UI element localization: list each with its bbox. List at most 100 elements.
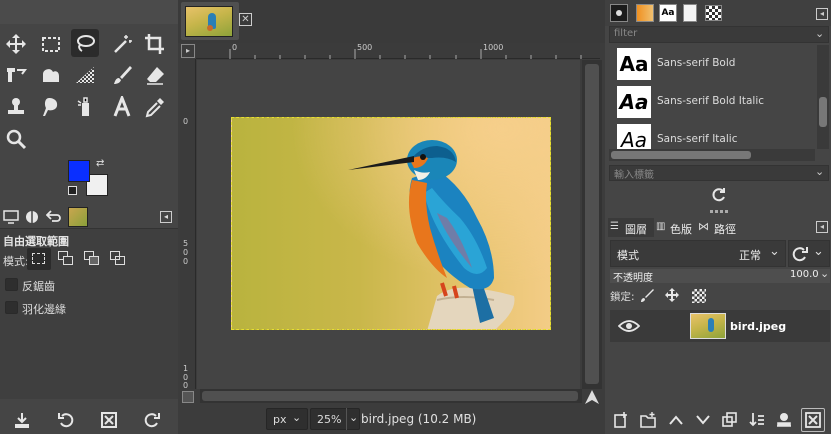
image-tab-bird[interactable] bbox=[181, 2, 239, 40]
unified-transform-tool[interactable] bbox=[2, 61, 30, 89]
default-colors-icon[interactable] bbox=[68, 186, 77, 195]
layer-mode-reset-dropdown-icon: ⌄ bbox=[813, 244, 824, 259]
canvas-image[interactable] bbox=[231, 117, 551, 330]
lock-position-button[interactable] bbox=[664, 287, 680, 303]
vertical-scroll-thumb[interactable] bbox=[585, 64, 599, 384]
vertical-scrollbar[interactable] bbox=[582, 60, 602, 389]
clone-tool[interactable] bbox=[2, 93, 30, 121]
new-layer-button[interactable] bbox=[610, 410, 632, 430]
canvas-viewport[interactable] bbox=[197, 60, 580, 389]
restore-options-button[interactable] bbox=[56, 410, 76, 430]
eraser-tool[interactable] bbox=[141, 61, 169, 89]
paintbrush-tool[interactable] bbox=[108, 61, 136, 89]
v-ruler-label-1c: 0 bbox=[183, 381, 189, 390]
smudge-tool[interactable] bbox=[37, 93, 65, 121]
channels-tab[interactable]: ▥ 色版 bbox=[656, 218, 698, 237]
paths-tab[interactable]: ⋈ 路徑 bbox=[698, 218, 742, 237]
foreground-color-swatch[interactable] bbox=[68, 160, 90, 182]
layer-mode-reset-button[interactable]: ⌄ bbox=[788, 240, 830, 267]
patterns-tab[interactable] bbox=[636, 4, 654, 22]
undo-history-tab-icon[interactable] bbox=[45, 208, 63, 226]
lock-brush-icon bbox=[641, 289, 654, 302]
font-item[interactable]: Aa Sans-serif Bold bbox=[614, 46, 819, 82]
navigate-button[interactable] bbox=[584, 389, 600, 405]
move-icon bbox=[6, 34, 26, 54]
filter-input[interactable]: filter ⌄ bbox=[609, 26, 829, 43]
lock-alpha-button[interactable] bbox=[692, 289, 706, 303]
merge-down-button[interactable] bbox=[746, 410, 768, 430]
swap-colors-icon[interactable]: ⇄ bbox=[96, 158, 104, 169]
warp-transform-tool[interactable] bbox=[37, 61, 65, 89]
gradient-tool[interactable] bbox=[71, 61, 99, 89]
reset-options-button[interactable] bbox=[142, 410, 162, 430]
layer-name[interactable]: bird.jpeg bbox=[730, 320, 786, 333]
dock-separator-handle[interactable] bbox=[710, 210, 728, 213]
text-tool[interactable] bbox=[108, 93, 136, 121]
images-tab-thumbnail[interactable] bbox=[68, 207, 88, 227]
crop-tool[interactable] bbox=[141, 30, 169, 58]
save-options-button[interactable] bbox=[12, 410, 32, 430]
raise-layer-button[interactable] bbox=[665, 410, 687, 430]
feather-checkbox[interactable] bbox=[5, 301, 18, 314]
font-list-hscroll[interactable] bbox=[609, 149, 815, 161]
horizontal-ruler: 0 500 1000 bbox=[196, 43, 600, 59]
layer-mode-select[interactable]: 模式 正常 ⌄ bbox=[610, 240, 786, 267]
lock-pixels-button[interactable] bbox=[639, 287, 655, 303]
image-tab-close-icon[interactable]: ✕ bbox=[239, 13, 252, 26]
layer-row[interactable]: bird.jpeg bbox=[610, 310, 830, 342]
brushes-tab-menu-icon[interactable]: ◂ bbox=[816, 8, 828, 20]
tool-options-tab-icon[interactable] bbox=[2, 208, 20, 226]
antialias-checkbox[interactable] bbox=[5, 278, 18, 291]
font-list-vscroll-thumb[interactable] bbox=[819, 97, 827, 127]
device-status-tab-icon[interactable] bbox=[23, 208, 41, 226]
layers-tab-menu-icon[interactable]: ◂ bbox=[816, 221, 828, 233]
folder-icon bbox=[640, 412, 656, 428]
opacity-slider[interactable]: 不透明度 100.0 ⌄ bbox=[610, 267, 830, 284]
tab-menu-icon[interactable]: ◂ bbox=[160, 211, 172, 223]
fg-bg-colors[interactable]: ⇄ bbox=[66, 158, 114, 200]
paths-tab-label: 路徑 bbox=[714, 223, 736, 236]
font-list-hscroll-thumb[interactable] bbox=[611, 151, 751, 159]
delete-box-icon bbox=[101, 412, 117, 428]
free-select-tool[interactable] bbox=[71, 29, 99, 57]
ink-tool[interactable] bbox=[71, 93, 99, 121]
opacity-spin-icon[interactable]: ⌄ bbox=[820, 267, 829, 280]
add-mask-button[interactable] bbox=[773, 410, 795, 430]
fonts-tab[interactable]: Aa bbox=[659, 4, 677, 22]
zoom-select[interactable]: 25% ⌄ bbox=[310, 408, 360, 430]
zoom-tool[interactable] bbox=[2, 125, 30, 153]
move-tool[interactable] bbox=[2, 30, 30, 58]
mode-intersect-button[interactable] bbox=[110, 251, 126, 266]
mode-add-button[interactable] bbox=[58, 251, 74, 266]
templates-tab[interactable] bbox=[705, 5, 722, 21]
delete-layer-button[interactable] bbox=[801, 408, 825, 432]
tag-input[interactable]: 輸入標籤 ⌄ bbox=[609, 165, 829, 181]
brushes-tab[interactable] bbox=[610, 4, 628, 22]
duplicate-layer-button[interactable] bbox=[719, 410, 741, 430]
layer-visibility-eye-icon[interactable] bbox=[617, 319, 641, 333]
lower-layer-button[interactable] bbox=[692, 410, 714, 430]
font-item[interactable]: Aa Sans-serif Bold Italic bbox=[614, 84, 819, 120]
new-layer-group-button[interactable] bbox=[637, 410, 659, 430]
font-list-vscroll[interactable] bbox=[817, 45, 829, 149]
refresh-fonts-button[interactable] bbox=[710, 186, 728, 204]
unit-select[interactable]: px ⌄ bbox=[266, 408, 308, 430]
unit-value: px bbox=[273, 412, 287, 426]
save-down-icon bbox=[15, 413, 29, 428]
document-history-tab[interactable] bbox=[683, 4, 697, 22]
undo-arrow-icon bbox=[46, 210, 61, 222]
horizontal-scroll-thumb[interactable] bbox=[202, 391, 578, 401]
layers-tab[interactable]: ☰ 圖層 bbox=[608, 218, 654, 237]
rect-select-tool[interactable] bbox=[37, 30, 65, 58]
image-menu-button[interactable]: ▸ bbox=[181, 44, 195, 58]
paths-tab-icon: ⋈ bbox=[698, 220, 709, 233]
mode-replace-button[interactable] bbox=[27, 248, 51, 270]
quick-mask-toggle[interactable] bbox=[182, 391, 194, 403]
horizontal-scrollbar[interactable] bbox=[200, 389, 582, 403]
fuzzy-select-tool[interactable] bbox=[108, 30, 136, 58]
color-picker-tool[interactable] bbox=[141, 93, 169, 121]
lock-move-icon bbox=[665, 288, 679, 302]
delete-options-button[interactable] bbox=[99, 410, 119, 430]
v-ruler-label-0: 0 bbox=[183, 117, 189, 126]
mode-subtract-button[interactable] bbox=[84, 251, 100, 266]
